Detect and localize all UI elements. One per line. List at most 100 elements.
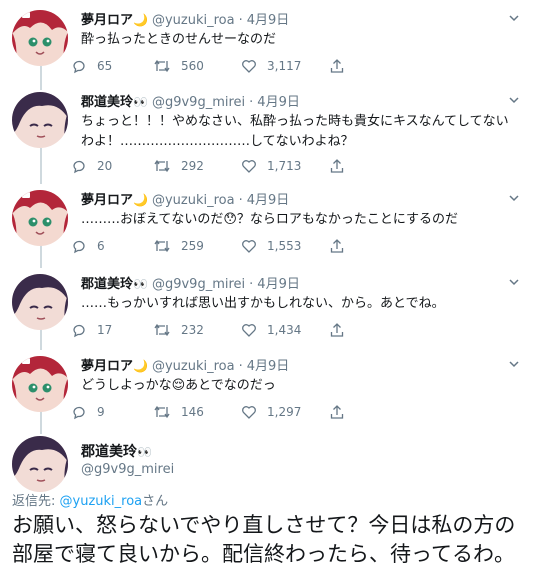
display-name[interactable]: 郡道美玲 (81, 277, 133, 292)
tweet[interactable]: 郡道美玲👀 @g9v9g_mirei · 4月9日 ……もっかいすれば思い出すかもしれ… (0, 274, 536, 344)
main-tweet-text: お願い、怒らないでやり直しさせて？今日は私の方の部屋で寝て良いから。配信終わった… (12, 513, 516, 566)
reply-icon (73, 160, 85, 174)
display-name[interactable]: 郡道美玲 (81, 95, 133, 110)
heart-icon (242, 240, 256, 253)
reply-icon (73, 324, 85, 338)
tweet-text: どうしよっかな😌あとでなのだっ (81, 378, 276, 393)
share-button[interactable] (329, 56, 355, 76)
heart-icon (242, 324, 256, 337)
tweet-header: 夢月ロア🌙 @yuzuki_roa · 4月9日 (81, 10, 289, 30)
retweet-button[interactable]: 292 (153, 156, 204, 176)
user-handle[interactable]: @g9v9g_mirei (152, 277, 245, 292)
tweet-text: ちょっと！！！やめなさい、私酔っ払った時も貴女にキスなんてしてないわよ！…………… (81, 114, 509, 149)
tweet-date[interactable]: 4月9日 (247, 193, 290, 208)
tweet[interactable]: 夢月ロア🌙 @yuzuki_roa · 4月9日 ………おぼえてないのだ😯？ならロアも… (0, 190, 536, 260)
share-icon (330, 159, 344, 173)
reply-prefix: 返信先: (12, 494, 60, 509)
reply-button[interactable]: 65 (71, 56, 112, 76)
like-count: 1,297 (267, 405, 302, 419)
eyes-emoji: 👀 (137, 445, 152, 459)
share-button[interactable] (329, 320, 355, 340)
avatar[interactable] (12, 10, 68, 66)
heart-icon (242, 406, 256, 419)
reply-to-link[interactable]: @yuzuki_roa (60, 494, 143, 509)
reply-count: 65 (97, 59, 113, 73)
separator-dot: · (249, 95, 254, 110)
like-button[interactable]: 1,297 (241, 402, 301, 422)
chevron-down-icon[interactable] (508, 94, 520, 106)
tweet-date[interactable]: 4月9日 (257, 95, 300, 110)
reply-icon (73, 60, 85, 74)
moon-emoji: 🌙 (133, 359, 148, 373)
retweet-button[interactable]: 560 (153, 56, 204, 76)
reply-button[interactable]: 17 (71, 320, 112, 340)
like-button[interactable]: 1,434 (241, 320, 301, 340)
reply-button[interactable]: 6 (71, 236, 105, 256)
user-handle[interactable]: @yuzuki_roa (152, 359, 235, 374)
share-button[interactable] (329, 402, 355, 422)
avatar[interactable] (12, 274, 68, 330)
tweet[interactable]: 夢月ロア🌙 @yuzuki_roa · 4月9日 酔っ払ったときのせんせーなのだ 65… (0, 10, 536, 80)
user-handle[interactable]: @yuzuki_roa (152, 193, 235, 208)
separator-dot: · (238, 193, 243, 208)
heart-icon (242, 60, 256, 73)
retweet-count: 232 (181, 323, 204, 337)
retweet-button[interactable]: 259 (153, 236, 204, 256)
retweet-button[interactable]: 146 (153, 402, 204, 422)
tweet-header: 郡道美玲👀 @g9v9g_mirei · 4月9日 (81, 274, 300, 294)
tweet-header: 夢月ロア🌙 @yuzuki_roa · 4月9日 (81, 190, 289, 210)
chevron-down-icon[interactable] (508, 276, 520, 288)
chevron-down-icon[interactable] (508, 192, 520, 204)
reply-button[interactable]: 20 (71, 156, 112, 176)
display-name[interactable]: 夢月ロア (81, 193, 133, 208)
avatar[interactable] (12, 356, 68, 412)
tweet-date[interactable]: 4月9日 (247, 13, 290, 28)
tweet-date[interactable]: 4月9日 (247, 359, 290, 374)
tweet-text: ………おぼえてないのだ😯？ならロアもなかったことにするのだ (81, 212, 459, 227)
like-button[interactable]: 1,553 (241, 236, 301, 256)
retweet-icon (154, 239, 170, 253)
display-name[interactable]: 郡道美玲 (81, 444, 137, 460)
moon-emoji: 🌙 (133, 193, 148, 207)
like-count: 1,553 (267, 239, 302, 253)
tweet-text: 酔っ払ったときのせんせーなのだ (81, 32, 277, 47)
user-handle[interactable]: @yuzuki_roa (152, 13, 235, 28)
eyes-emoji: 👀 (133, 277, 148, 291)
moon-emoji: 🌙 (133, 13, 148, 27)
tweet[interactable]: 郡道美玲👀 @g9v9g_mirei · 4月9日 ちょっと！！！やめなさい、私酔っ払… (0, 92, 536, 182)
chevron-down-icon[interactable] (508, 12, 520, 24)
share-button[interactable] (329, 156, 355, 176)
eyes-emoji: 👀 (133, 95, 148, 109)
chevron-down-icon[interactable] (508, 358, 520, 370)
tweet[interactable]: 夢月ロア🌙 @yuzuki_roa · 4月9日 どうしよっかな😌あとでなのだっ 9 … (0, 356, 536, 426)
like-count: 1,713 (267, 159, 302, 173)
retweet-icon (154, 159, 170, 173)
reply-icon (73, 240, 85, 254)
reply-button[interactable]: 9 (71, 402, 105, 422)
like-button[interactable]: 3,117 (241, 56, 301, 76)
user-handle[interactable]: @g9v9g_mirei (152, 95, 245, 110)
like-count: 1,434 (267, 323, 302, 337)
heart-icon (242, 160, 256, 173)
retweet-count: 292 (181, 159, 204, 173)
retweet-icon (154, 59, 170, 73)
like-button[interactable]: 1,713 (241, 156, 301, 176)
reply-context: 返信先: @yuzuki_roaさん (12, 493, 168, 511)
reply-suffix: さん (142, 494, 169, 509)
reply-count: 6 (97, 239, 105, 253)
tweet-date[interactable]: 4月9日 (257, 277, 300, 292)
retweet-count: 146 (181, 405, 204, 419)
reply-count: 17 (97, 323, 113, 337)
share-button[interactable] (329, 236, 355, 256)
avatar[interactable] (12, 190, 68, 246)
display-name[interactable]: 夢月ロア (81, 359, 133, 374)
avatar[interactable] (12, 92, 68, 148)
display-name[interactable]: 夢月ロア (81, 13, 133, 28)
avatar[interactable] (12, 436, 68, 492)
share-icon (330, 239, 344, 253)
separator-dot: · (238, 13, 243, 28)
retweet-button[interactable]: 232 (153, 320, 204, 340)
main-display-name[interactable]: 郡道美玲👀 (81, 441, 152, 461)
main-user-handle[interactable]: @g9v9g_mirei (81, 462, 174, 477)
tweet-actions: 6 259 1,553 (71, 236, 371, 256)
